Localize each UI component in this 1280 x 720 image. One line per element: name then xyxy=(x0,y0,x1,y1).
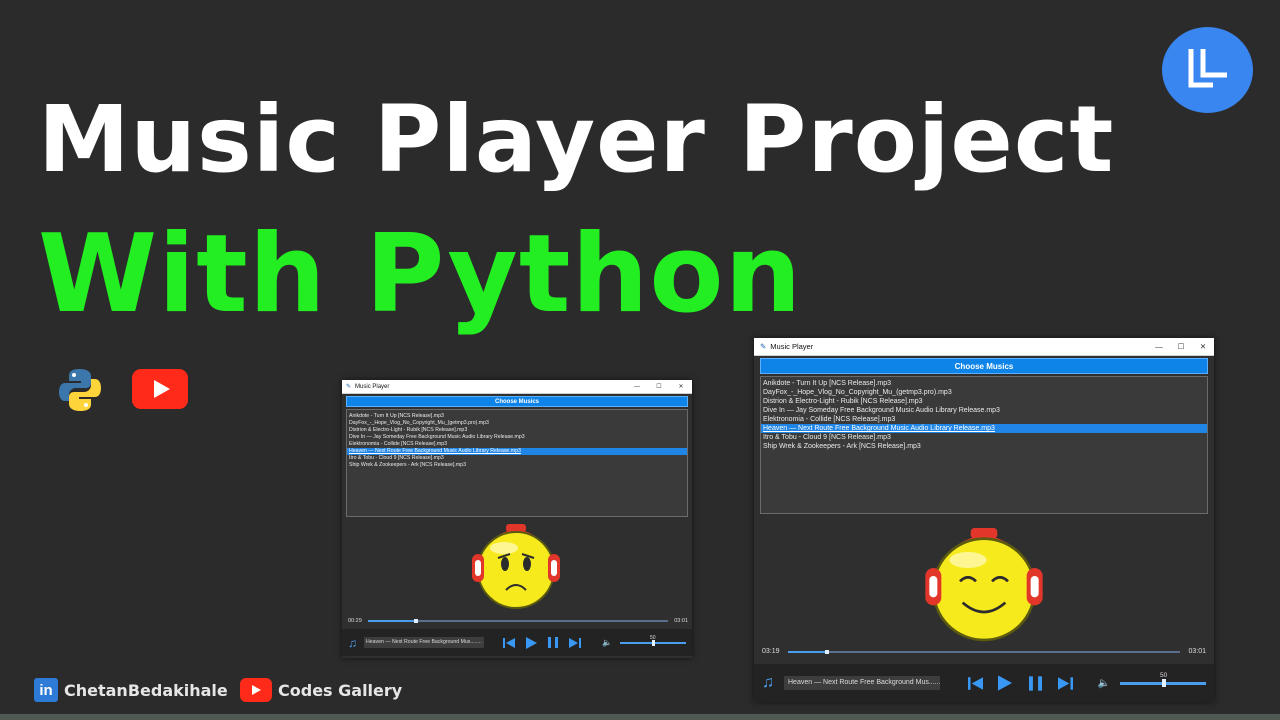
playlist[interactable]: Anikdote - Turn It Up [NCS Release].mp3 … xyxy=(346,409,688,517)
playlist-item[interactable]: Elektronomia - Collide [NCS Release].mp3 xyxy=(761,415,1207,424)
volume-control: 🔈 50 xyxy=(602,635,686,647)
elapsed-time: 03:19 xyxy=(762,648,780,655)
volume-slider[interactable]: 50 xyxy=(1120,672,1206,687)
volume-control: 🔈 50 xyxy=(1097,672,1206,689)
progress-slider[interactable] xyxy=(367,619,669,623)
now-playing-label: Heaven — Next Route Free Background Mus.… xyxy=(364,637,484,648)
headline-line-1: Music Player Project xyxy=(38,86,1115,193)
volume-value: 50 xyxy=(1160,671,1168,679)
playlist-item[interactable]: Elektronomia - Collide [NCS Release].mp3 xyxy=(347,441,687,448)
progress-fill xyxy=(787,650,827,653)
linkedin-credit[interactable]: in ChetanBedakihale xyxy=(34,678,228,702)
happy-face-headphones-icon xyxy=(920,520,1048,648)
progress-slider[interactable] xyxy=(787,649,1181,654)
python-logo-icon xyxy=(56,366,104,414)
previous-button[interactable] xyxy=(498,637,520,648)
youtube-channel-name: Codes Gallery xyxy=(278,680,403,700)
playlist-item[interactable]: Dive In — Jay Someday Free Background Mu… xyxy=(761,406,1207,415)
sad-face-headphones-icon xyxy=(468,518,564,614)
volume-knob[interactable] xyxy=(652,639,655,646)
elapsed-time: 00:29 xyxy=(348,618,362,624)
volume-knob[interactable] xyxy=(1162,678,1166,687)
volume-icon: 🔈 xyxy=(1097,677,1110,689)
minimize-button[interactable]: — xyxy=(1148,342,1170,351)
bottom-strip xyxy=(0,714,1280,720)
youtube-channel-icon xyxy=(240,678,272,702)
music-note-icon: ♫ xyxy=(348,635,357,650)
music-player-window-small: ✎ Music Player — ☐ ✕ Choose Musics Anikd… xyxy=(342,380,692,658)
volume-slider[interactable]: 50 xyxy=(620,635,686,646)
playlist-item-selected[interactable]: Heaven — Next Route Free Background Musi… xyxy=(347,448,687,455)
now-playing-label: Heaven — Next Route Free Background Mus.… xyxy=(784,676,940,690)
playlist-item[interactable]: Ship Wrek & Zookeepers - Ark [NCS Releas… xyxy=(347,462,687,469)
control-bar: ♫ Heaven — Next Route Free Background Mu… xyxy=(342,629,692,656)
playlist-item[interactable]: Ship Wrek & Zookeepers - Ark [NCS Releas… xyxy=(761,442,1207,451)
maximize-button[interactable]: ☐ xyxy=(648,383,670,390)
play-button[interactable] xyxy=(520,636,542,649)
total-time: 03:01 xyxy=(1188,648,1206,655)
linkedin-icon: in xyxy=(34,678,58,702)
youtube-icon xyxy=(132,369,188,409)
progress-fill xyxy=(367,620,416,622)
window-titlebar: ✎ Music Player — ☐ ✕ xyxy=(342,380,692,394)
next-button[interactable] xyxy=(1050,676,1080,690)
choose-musics-button[interactable]: Choose Musics xyxy=(346,396,688,407)
progress-knob[interactable] xyxy=(413,619,418,623)
control-bar: ♫ Heaven — Next Route Free Background Mu… xyxy=(754,664,1214,702)
playlist[interactable]: Anikdote - Turn It Up [NCS Release].mp3 … xyxy=(760,376,1208,514)
pause-button[interactable] xyxy=(1020,675,1050,691)
playlist-item[interactable]: Anikdote - Turn It Up [NCS Release].mp3 xyxy=(761,379,1207,388)
play-button[interactable] xyxy=(990,675,1020,691)
playlist-item[interactable]: Itro & Tobu - Cloud 9 [NCS Release].mp3 xyxy=(761,433,1207,442)
window-title: Music Player xyxy=(355,383,390,390)
playlist-item-selected[interactable]: Heaven — Next Route Free Background Musi… xyxy=(761,424,1207,433)
music-player-window-large: ✎ Music Player — ☐ ✕ Choose Musics Anikd… xyxy=(754,338,1214,702)
youtube-credit[interactable]: Codes Gallery xyxy=(240,678,402,702)
playlist-item[interactable]: Dive In — Jay Someday Free Background Mu… xyxy=(347,434,687,441)
close-button[interactable]: ✕ xyxy=(670,383,692,390)
maximize-button[interactable]: ☐ xyxy=(1170,342,1192,351)
pause-button[interactable] xyxy=(542,637,564,648)
headline-line-2: With Python xyxy=(38,212,803,337)
previous-button[interactable] xyxy=(960,676,990,690)
window-title: Music Player xyxy=(770,342,814,351)
playlist-item[interactable]: Distrion & Electro-Light - Rubik [NCS Re… xyxy=(761,397,1207,406)
playlist-item[interactable]: DayFox_-_Hope_Vlog_No_Copyright_Mu_(getm… xyxy=(347,420,687,427)
close-button[interactable]: ✕ xyxy=(1192,342,1214,351)
app-feather-icon: ✎ xyxy=(760,342,767,351)
playlist-item[interactable]: Anikdote - Turn It Up [NCS Release].mp3 xyxy=(347,413,687,420)
choose-musics-button[interactable]: Choose Musics xyxy=(760,358,1208,374)
brand-logo-icon xyxy=(1162,27,1253,113)
minimize-button[interactable]: — xyxy=(626,384,648,390)
linkedin-name: ChetanBedakihale xyxy=(64,680,228,700)
playlist-item[interactable]: DayFox_-_Hope_Vlog_No_Copyright_Mu_(getm… xyxy=(761,388,1207,397)
total-time: 03:01 xyxy=(674,618,688,624)
progress-row: 03:19 03:01 xyxy=(762,648,1206,655)
music-note-icon: ♫ xyxy=(762,674,774,691)
window-titlebar: ✎ Music Player — ☐ ✕ xyxy=(754,338,1214,356)
volume-icon: 🔈 xyxy=(602,638,612,647)
progress-row: 00:29 03:01 xyxy=(348,618,688,624)
next-button[interactable] xyxy=(564,637,586,648)
playlist-item[interactable]: Itro & Tobu - Cloud 9 [NCS Release].mp3 xyxy=(347,455,687,462)
app-feather-icon: ✎ xyxy=(346,384,352,390)
progress-knob[interactable] xyxy=(824,649,829,654)
playlist-item[interactable]: Distrion & Electro-Light - Rubik [NCS Re… xyxy=(347,427,687,434)
